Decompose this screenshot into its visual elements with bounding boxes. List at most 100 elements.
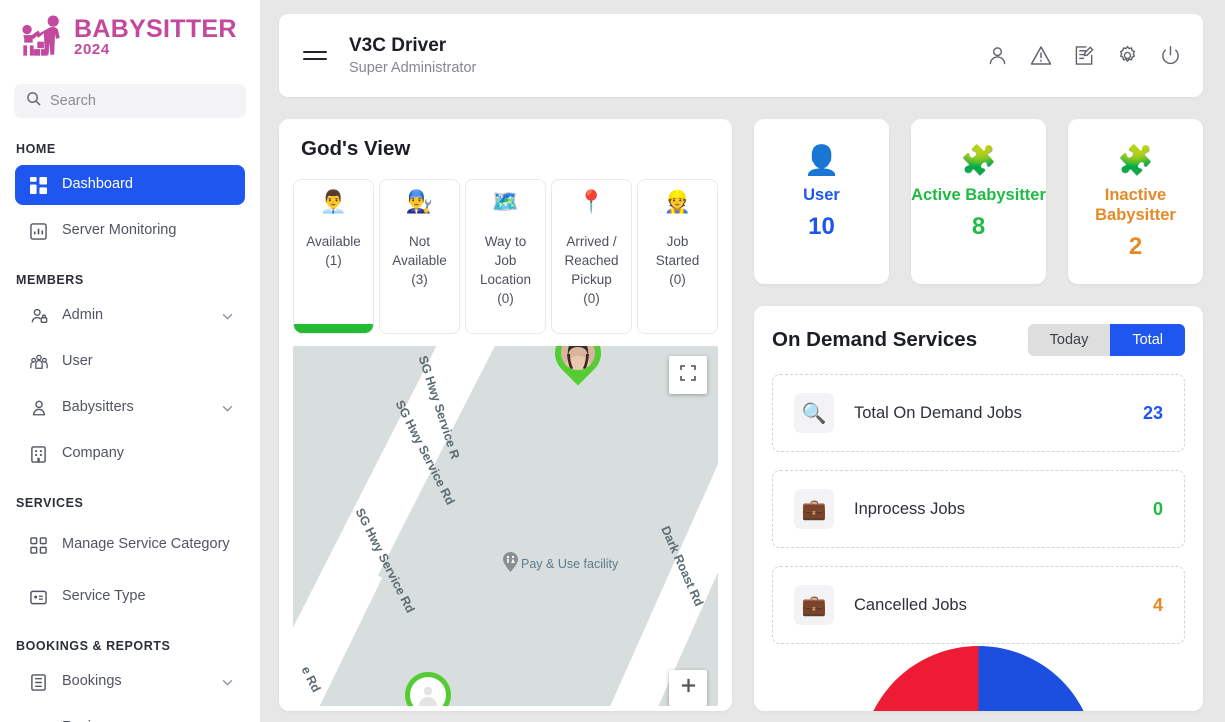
alert-triangle-icon[interactable]	[1030, 45, 1052, 66]
dashboard-row: God's View 👨‍💼 Available (1) 👨‍🔧	[279, 119, 1203, 711]
brand-text: BABYSITTER 2024	[74, 16, 237, 58]
sidebar-item-label: Babysitters	[62, 399, 134, 416]
stat-card-inactive-babysitter[interactable]: 🧩 Inactive Babysitter 2	[1068, 119, 1203, 284]
search-input[interactable]	[50, 93, 234, 109]
job-row-inprocess[interactable]: 💼 Inprocess Jobs 0	[772, 470, 1185, 548]
on-demand-services-card: On Demand Services Today Total 🔍 Total O…	[754, 306, 1203, 711]
avatar	[561, 346, 595, 370]
edit-note-icon[interactable]	[1074, 45, 1095, 66]
toggle-option-today[interactable]: Today	[1027, 324, 1111, 356]
sidebar-item-server-monitoring[interactable]: Server Monitoring	[15, 211, 245, 251]
chevron-down-icon[interactable]	[222, 307, 233, 325]
status-active-indicator	[294, 324, 373, 333]
chevron-down-icon[interactable]	[222, 399, 233, 417]
stat-card-label: Inactive Babysitter	[1095, 186, 1176, 224]
on-demand-pie-chart	[754, 646, 1203, 711]
babysitter-logo-icon	[14, 14, 70, 60]
route-icon: 🗺️	[491, 189, 520, 214]
sidebar-item-manage-service-category[interactable]: Manage Service Category	[15, 519, 245, 571]
grid-small-icon	[29, 536, 48, 554]
chevron-down-icon[interactable]	[222, 673, 233, 691]
job-row-value: 23	[1142, 402, 1163, 423]
map-fullscreen-button[interactable]	[669, 356, 707, 394]
map-road-dark-roast	[563, 346, 718, 706]
toggle-option-total[interactable]: Total	[1110, 324, 1185, 356]
user-avatar-icon: 👤	[803, 145, 840, 177]
search-box[interactable]	[14, 84, 246, 118]
sidebar-nav: HOME Dashboard Server Monitoring MEMBERS…	[0, 118, 260, 722]
sidebar-item-admin[interactable]: Admin	[15, 296, 245, 336]
job-row-total-on-demand[interactable]: 🔍 Total On Demand Jobs 23	[772, 374, 1185, 452]
status-tile-available[interactable]: 👨‍💼 Available (1)	[293, 179, 374, 334]
map-poi-label: Pay & Use facility	[521, 556, 619, 571]
status-tile-arrived-reached-pickup[interactable]: 📍 Arrived / Reached Pickup (0)	[551, 179, 632, 334]
topbar-icon-group	[987, 45, 1181, 66]
power-logout-icon[interactable]	[1160, 45, 1181, 66]
gods-view-column: God's View 👨‍💼 Available (1) 👨‍🔧	[279, 119, 732, 711]
puzzle-hand-icon: 🧩	[1117, 145, 1154, 177]
main-content: V3C Driver Super Administrator God's Vie…	[260, 0, 1225, 722]
brand-logo[interactable]: BABYSITTER 2024	[0, 0, 260, 74]
status-tile-job-started[interactable]: 👷 Job Started (0)	[637, 179, 718, 334]
map-zoom-in-button[interactable]	[669, 670, 707, 706]
sidebar-item-label: Bookings	[62, 673, 122, 690]
magnifier-job-icon: 🔍	[794, 393, 834, 433]
search-icon	[26, 91, 41, 111]
job-row-cancelled[interactable]: 💼 Cancelled Jobs 4	[772, 566, 1185, 644]
settings-gear-icon[interactable]	[1117, 45, 1138, 66]
users-group-icon	[29, 353, 48, 371]
sidebar-item-user[interactable]: User	[15, 342, 245, 382]
sidebar-item-label: Admin	[62, 307, 104, 324]
sidebar-item-label: User	[62, 353, 93, 370]
stat-card-user[interactable]: 👤 User 10	[754, 119, 889, 284]
status-tile-label: Job Started (0)	[655, 234, 700, 288]
status-tile-label: Way to Job Location (0)	[479, 234, 532, 307]
briefcase-process-icon: 💼	[794, 489, 834, 529]
sidebar-item-babysitters[interactable]: Babysitters	[15, 388, 245, 428]
fullscreen-icon	[680, 364, 696, 386]
sidebar-item-service-type[interactable]: Service Type	[15, 577, 245, 617]
map-poi-pay-and-use: Pay & Use facility	[503, 552, 618, 575]
page-title: V3C Driver	[349, 35, 447, 56]
businessman-icon: 👨‍💼	[319, 189, 348, 214]
sidebar-item-dashboard[interactable]: Dashboard	[15, 165, 245, 205]
topbar: V3C Driver Super Administrator	[279, 14, 1203, 97]
nav-section-members: MEMBERS	[16, 273, 84, 287]
hamburger-menu-icon[interactable]	[303, 46, 327, 66]
job-started-icon: 👷	[663, 189, 692, 214]
job-row-label: Inprocess Jobs	[854, 499, 965, 518]
driver-avatar-pin-icon[interactable]	[545, 346, 611, 386]
stat-card-value: 10	[808, 212, 835, 240]
stat-card-label: User	[803, 186, 840, 204]
page-subtitle: Super Administrator	[349, 60, 477, 76]
status-tile-not-available[interactable]: 👨‍🔧 Not Available (3)	[379, 179, 460, 334]
card-icon	[29, 589, 48, 606]
driver-circle-marker-icon[interactable]	[405, 672, 451, 706]
gods-view-map[interactable]: SG Hwy Service R SG Hwy Service Rd SG Hw…	[293, 346, 718, 706]
brand-year: 2024	[74, 40, 110, 58]
sidebar-item-reviews[interactable]: Reviews	[15, 708, 245, 722]
sidebar-item-label: Manage Service Category	[62, 536, 230, 553]
stat-card-value: 2	[1128, 232, 1143, 260]
on-demand-header: On Demand Services Today Total	[772, 324, 1185, 356]
status-tile-way-to-job-location[interactable]: 🗺️ Way to Job Location (0)	[465, 179, 546, 334]
stat-card-active-babysitter[interactable]: 🧩 Active Babysitter 8	[911, 119, 1046, 284]
busy-worker-icon: 👨‍🔧	[405, 189, 434, 214]
profile-icon[interactable]	[987, 45, 1008, 66]
zoom-in-plus-icon	[680, 677, 697, 699]
job-row-value: 4	[1152, 594, 1163, 615]
job-row-label: Cancelled Jobs	[854, 595, 967, 614]
nav-section-home: HOME	[16, 142, 56, 156]
sidebar-item-label: Company	[62, 445, 125, 462]
topbar-titles: V3C Driver Super Administrator	[349, 35, 476, 76]
stat-card-label: Active Babysitter	[911, 186, 1046, 204]
driver-status-row: 👨‍💼 Available (1) 👨‍🔧 Not Avail	[293, 179, 718, 334]
job-row-label: Total On Demand Jobs	[854, 403, 1022, 422]
sidebar-item-company[interactable]: Company	[15, 434, 245, 474]
stat-card-value: 8	[971, 212, 986, 240]
map-pin-icon: 📍	[577, 189, 606, 214]
nav-section-services: SERVICES	[16, 496, 84, 510]
stat-card-row: 👤 User 10 🧩 Active Babysitter 8 🧩 Inacti…	[754, 119, 1203, 284]
status-tile-label: Not Available (3)	[392, 234, 447, 288]
sidebar-item-bookings[interactable]: Bookings	[15, 662, 245, 702]
